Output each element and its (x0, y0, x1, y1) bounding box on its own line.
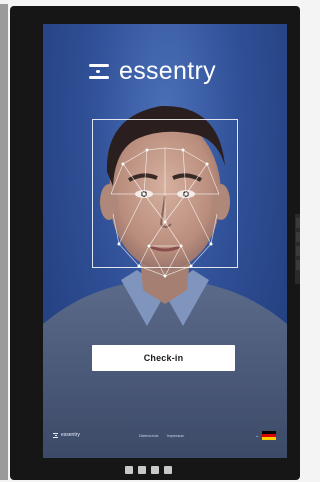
side-buttons (295, 214, 300, 284)
kiosk-edge (0, 4, 8, 480)
hardware-button-icon (164, 466, 172, 474)
chevron-down-icon: ⌄ (255, 432, 260, 439)
footer-logo-mark-icon (53, 432, 59, 438)
logo-mark-icon (89, 61, 113, 81)
footer-brand-name: essentry (61, 432, 80, 438)
checkin-button[interactable]: Check-in (92, 345, 235, 371)
face-scan-frame (92, 119, 238, 268)
checkin-button-label: Check-in (143, 353, 184, 363)
hardware-button-icon (138, 466, 146, 474)
footer-logo: essentry (53, 432, 80, 438)
kiosk-screen: essentry Check-in essentry Datenschutz I… (43, 24, 287, 458)
brand-name: essentry (119, 57, 216, 85)
german-flag-icon (262, 431, 277, 440)
kiosk-hardware-buttons (125, 466, 185, 475)
imprint-link[interactable]: Impressum (167, 434, 184, 438)
hardware-button-icon (125, 466, 133, 474)
privacy-link[interactable]: Datenschutz (139, 434, 158, 438)
language-selector[interactable]: ⌄ (255, 431, 277, 440)
essentry-logo: essentry (89, 58, 239, 84)
screen-footer: essentry Datenschutz Impressum ⌄ (43, 426, 287, 446)
hardware-button-icon (151, 466, 159, 474)
